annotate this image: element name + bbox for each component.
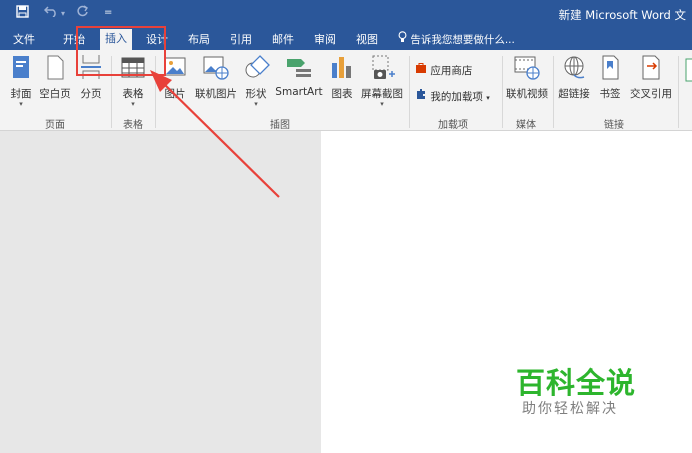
chart-icon: [332, 57, 351, 78]
cover-page-button[interactable]: 封面 ▾: [8, 53, 34, 113]
screenshot-button[interactable]: 屏幕截图 ▾: [359, 53, 405, 113]
chevron-down-icon: ▾: [254, 100, 258, 108]
shapes-icon: [245, 55, 270, 78]
bookmark-button[interactable]: 书签: [597, 53, 623, 113]
watermark-title: 百科全说: [516, 366, 637, 400]
highlight-box: [76, 26, 166, 76]
cross-reference-icon: [642, 55, 660, 80]
tab-mailings[interactable]: 邮件: [272, 31, 294, 47]
cross-reference-button[interactable]: 交叉引用: [628, 53, 674, 113]
group-label-pages: 页面: [45, 120, 65, 131]
tab-layout[interactable]: 布局: [188, 31, 210, 47]
lightbulb-icon: [398, 31, 407, 42]
group-label-illustrations: 插图: [270, 120, 290, 131]
blank-page-button[interactable]: 空白页: [38, 53, 72, 113]
undo-icon[interactable]: [43, 5, 58, 21]
chevron-down-icon: ▾: [380, 100, 384, 108]
tab-review[interactable]: 审阅: [314, 31, 336, 47]
online-video-icon: [514, 56, 540, 80]
group-label-links: 链接: [604, 120, 624, 131]
store-icon: [416, 63, 426, 73]
online-video-button[interactable]: 联机视频: [505, 53, 549, 113]
blank-page-icon: [47, 55, 64, 80]
chevron-down-icon: ▾: [19, 100, 23, 108]
redo-icon[interactable]: [77, 5, 89, 21]
tab-view[interactable]: 视图: [356, 31, 378, 47]
group-label-addins: 加载项: [438, 120, 468, 131]
shapes-button[interactable]: 形状 ▾: [243, 53, 270, 113]
tell-me-search[interactable]: 告诉我您想要做什么...: [398, 31, 515, 47]
save-icon[interactable]: [16, 5, 29, 22]
smartart-icon: [287, 59, 311, 77]
undo-dropdown-icon[interactable]: ▾: [61, 9, 65, 18]
tab-file[interactable]: 文件: [13, 31, 35, 47]
customize-quick-access-icon[interactable]: =: [104, 7, 112, 18]
screenshot-icon: [372, 55, 395, 79]
group-label-media: 媒体: [516, 120, 536, 131]
chevron-down-icon: ▾: [486, 94, 490, 102]
chevron-down-icon: ▾: [131, 100, 135, 108]
bookmark-icon: [602, 55, 619, 80]
title-bar: ▾ = 新建 Microsoft Word 文: [0, 0, 692, 27]
chart-button[interactable]: 图表: [329, 53, 355, 113]
window-title: 新建 Microsoft Word 文: [558, 8, 686, 22]
header-footer-partial-icon[interactable]: [682, 56, 692, 84]
tell-me-text: 告诉我您想要做什么...: [410, 34, 515, 46]
hyperlink-icon: [564, 56, 585, 79]
hyperlink-button[interactable]: 超链接: [557, 53, 591, 113]
addins-icon: [417, 89, 425, 99]
group-label-tables: 表格: [123, 120, 143, 131]
smartart-button[interactable]: SmartArt: [273, 53, 325, 113]
document-page[interactable]: [321, 131, 692, 453]
cover-page-icon: [13, 56, 29, 78]
tab-references[interactable]: 引用: [230, 31, 252, 47]
store-button[interactable]: 应用商店: [415, 62, 472, 78]
my-addins-button[interactable]: 我的加载项 ▾: [415, 88, 490, 104]
watermark-subtitle: 助你轻松解决: [522, 401, 618, 417]
online-picture-icon: [203, 56, 229, 80]
online-pictures-button[interactable]: 联机图片: [193, 53, 239, 113]
